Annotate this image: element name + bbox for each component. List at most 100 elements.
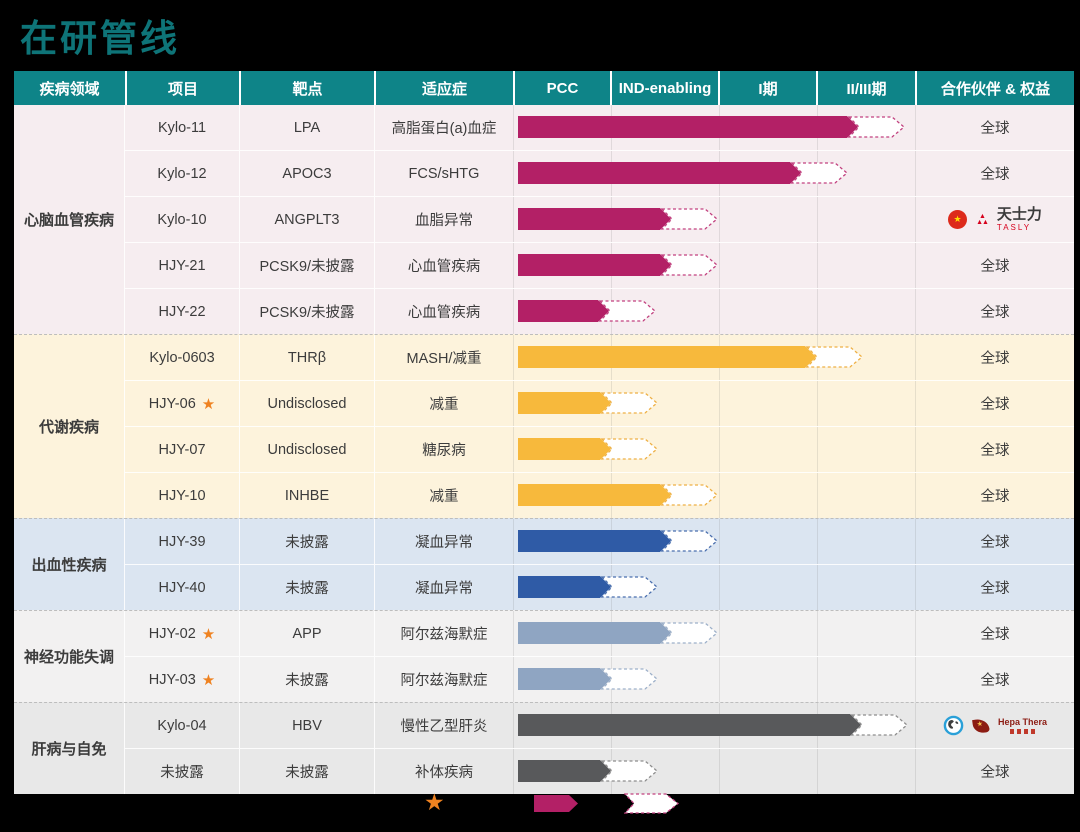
bar-solid (518, 162, 801, 184)
partner-label: 全球 (981, 393, 1010, 414)
target-name: THRβ (288, 350, 326, 366)
bar-solid (518, 116, 858, 138)
table-row: HJY-03 ★ 未披露 阿尔兹海默症 全球 (125, 656, 1074, 702)
project-cell: Kylo-12 (125, 151, 239, 196)
hepathera-name-en: Hepa Thera (998, 718, 1047, 727)
progress-bar-cell (513, 243, 915, 288)
progress-bar-cell (513, 335, 915, 380)
progress-bar-cell (513, 289, 915, 334)
target-name: ANGPLT3 (274, 212, 339, 228)
progress-bar-cell (513, 473, 915, 518)
progress-bar-cell (513, 427, 915, 472)
bar-dash-arrow (601, 576, 659, 598)
project-name: HJY-03 (149, 672, 196, 688)
bar-dash-arrow (806, 346, 864, 368)
star-icon: ★ (202, 671, 215, 689)
project-name: 未披露 (160, 761, 204, 782)
bar-solid (518, 392, 611, 414)
bar-dash-arrow (661, 208, 719, 230)
target-name: LPA (294, 120, 320, 136)
bar-dash-arrow (848, 116, 906, 138)
group-metabolic: 代谢疾病 Kylo-0603 THRβ MASH/减重 全球 HJY-06★ U… (14, 334, 1074, 518)
progress-bar-cell (513, 197, 915, 242)
progress-bar-cell (513, 657, 915, 702)
table-row: HJY-02★ APP 阿尔兹海默症 全球 (125, 611, 1074, 656)
project-name: HJY-40 (158, 580, 205, 596)
group-cardiovascular: 心脑血管疾病 Kylo-11 LPA 高脂蛋白(a)血症 全球 Kylo-12 … (14, 105, 1074, 334)
indication-cell: 凝血异常 (374, 565, 513, 610)
bar-solid (518, 622, 671, 644)
bar-solid (518, 714, 861, 736)
indication-name: 阿尔兹海默症 (401, 669, 488, 690)
table-row: HJY-40 未披露 凝血异常 全球 (125, 564, 1074, 610)
target-name: 未披露 (285, 761, 329, 782)
target-cell: PCSK9/未披露 (239, 289, 374, 334)
target-name: PCSK9/未披露 (259, 301, 354, 322)
indication-name: 血脂异常 (415, 209, 473, 230)
indication-name: 心血管疾病 (408, 301, 481, 322)
indication-cell: 心血管疾病 (374, 289, 513, 334)
project-cell: HJY-40 (125, 565, 239, 610)
project-cell: HJY-39 (125, 519, 239, 564)
indication-name: 心血管疾病 (408, 255, 481, 276)
globe-icon (943, 715, 964, 736)
target-name: PCSK9/未披露 (259, 255, 354, 276)
project-name: HJY-10 (158, 488, 205, 504)
bar-solid (518, 300, 609, 322)
col-header-pcc: PCC (513, 71, 610, 105)
legend-solid-arrow-icon (534, 795, 578, 812)
col-header-project: 项目 (125, 71, 239, 105)
bar-solid (518, 760, 611, 782)
bar-solid (518, 208, 671, 230)
partner-label: 全球 (981, 255, 1010, 276)
indication-cell: 糖尿病 (374, 427, 513, 472)
bar-dash-arrow (851, 714, 909, 736)
indication-cell: 减重 (374, 381, 513, 426)
group-hemorrhagic: 出血性疾病 HJY-39 未披露 凝血异常 全球 HJY-40 未披露 凝血异常 (14, 518, 1074, 610)
indication-name: FCS/sHTG (409, 166, 480, 182)
partner-cell: 全球 (915, 105, 1074, 150)
indication-name: 凝血异常 (415, 531, 473, 552)
project-name: Kylo-11 (158, 120, 206, 136)
partner-cell-tasly: ★ ▲▲▲ 天士力 TASLY (915, 197, 1074, 242)
progress-bar-cell (513, 519, 915, 564)
table-row: Kylo-10 ANGPLT3 血脂异常 ★ ▲▲▲ 天士力 TA (125, 196, 1074, 242)
project-cell: HJY-22 (125, 289, 239, 334)
progress-bar-cell (513, 105, 915, 150)
target-cell: THRβ (239, 335, 374, 380)
partner-label: 全球 (981, 531, 1010, 552)
indication-cell: 减重 (374, 473, 513, 518)
disease-area-label: 心脑血管疾病 (14, 105, 124, 334)
target-cell: PCSK9/未披露 (239, 243, 374, 288)
target-cell: APOC3 (239, 151, 374, 196)
project-cell: 未披露 (125, 749, 239, 794)
target-name: APOC3 (282, 166, 331, 182)
col-header-disease-area: 疾病领域 (14, 71, 125, 105)
indication-name: 慢性乙型肝炎 (401, 715, 488, 736)
pipeline-table: 疾病领域 项目 靶点 适应症 PCC IND-enabling I期 II/II… (14, 71, 1074, 794)
indication-cell: 阿尔兹海默症 (374, 611, 513, 656)
table-row: Kylo-0603 THRβ MASH/减重 全球 (125, 335, 1074, 380)
page-title: 在研管线 (20, 8, 180, 62)
partner-label: 全球 (981, 485, 1010, 506)
project-name: HJY-39 (158, 534, 205, 550)
partner-cell: 全球 (915, 657, 1074, 702)
target-name: INHBE (285, 488, 329, 504)
progress-bar-cell (513, 565, 915, 610)
indication-name: 凝血异常 (415, 577, 473, 598)
target-cell: HBV (239, 703, 374, 748)
group-neurological: 神经功能失调 HJY-02★ APP 阿尔兹海默症 全球 HJY-03★ 未披露… (14, 610, 1074, 702)
project-cell: HJY-06★ (125, 381, 239, 426)
project-cell: Kylo-10 (125, 197, 239, 242)
target-cell: Undisclosed (239, 427, 374, 472)
bar-dash-arrow (661, 530, 719, 552)
partner-cell: 全球 (915, 335, 1074, 380)
pipeline-slide: 在研管线 疾病领域 项目 靶点 适应症 PCC IND-enabling I期 … (0, 0, 1080, 832)
partner-cell: 全球 (915, 749, 1074, 794)
partner-cell: 全球 (915, 473, 1074, 518)
partner-label: 全球 (981, 761, 1010, 782)
project-name: Kylo-10 (157, 212, 206, 228)
bar-dash-arrow (601, 392, 659, 414)
target-cell: ANGPLT3 (239, 197, 374, 242)
target-name: 未披露 (285, 669, 329, 690)
